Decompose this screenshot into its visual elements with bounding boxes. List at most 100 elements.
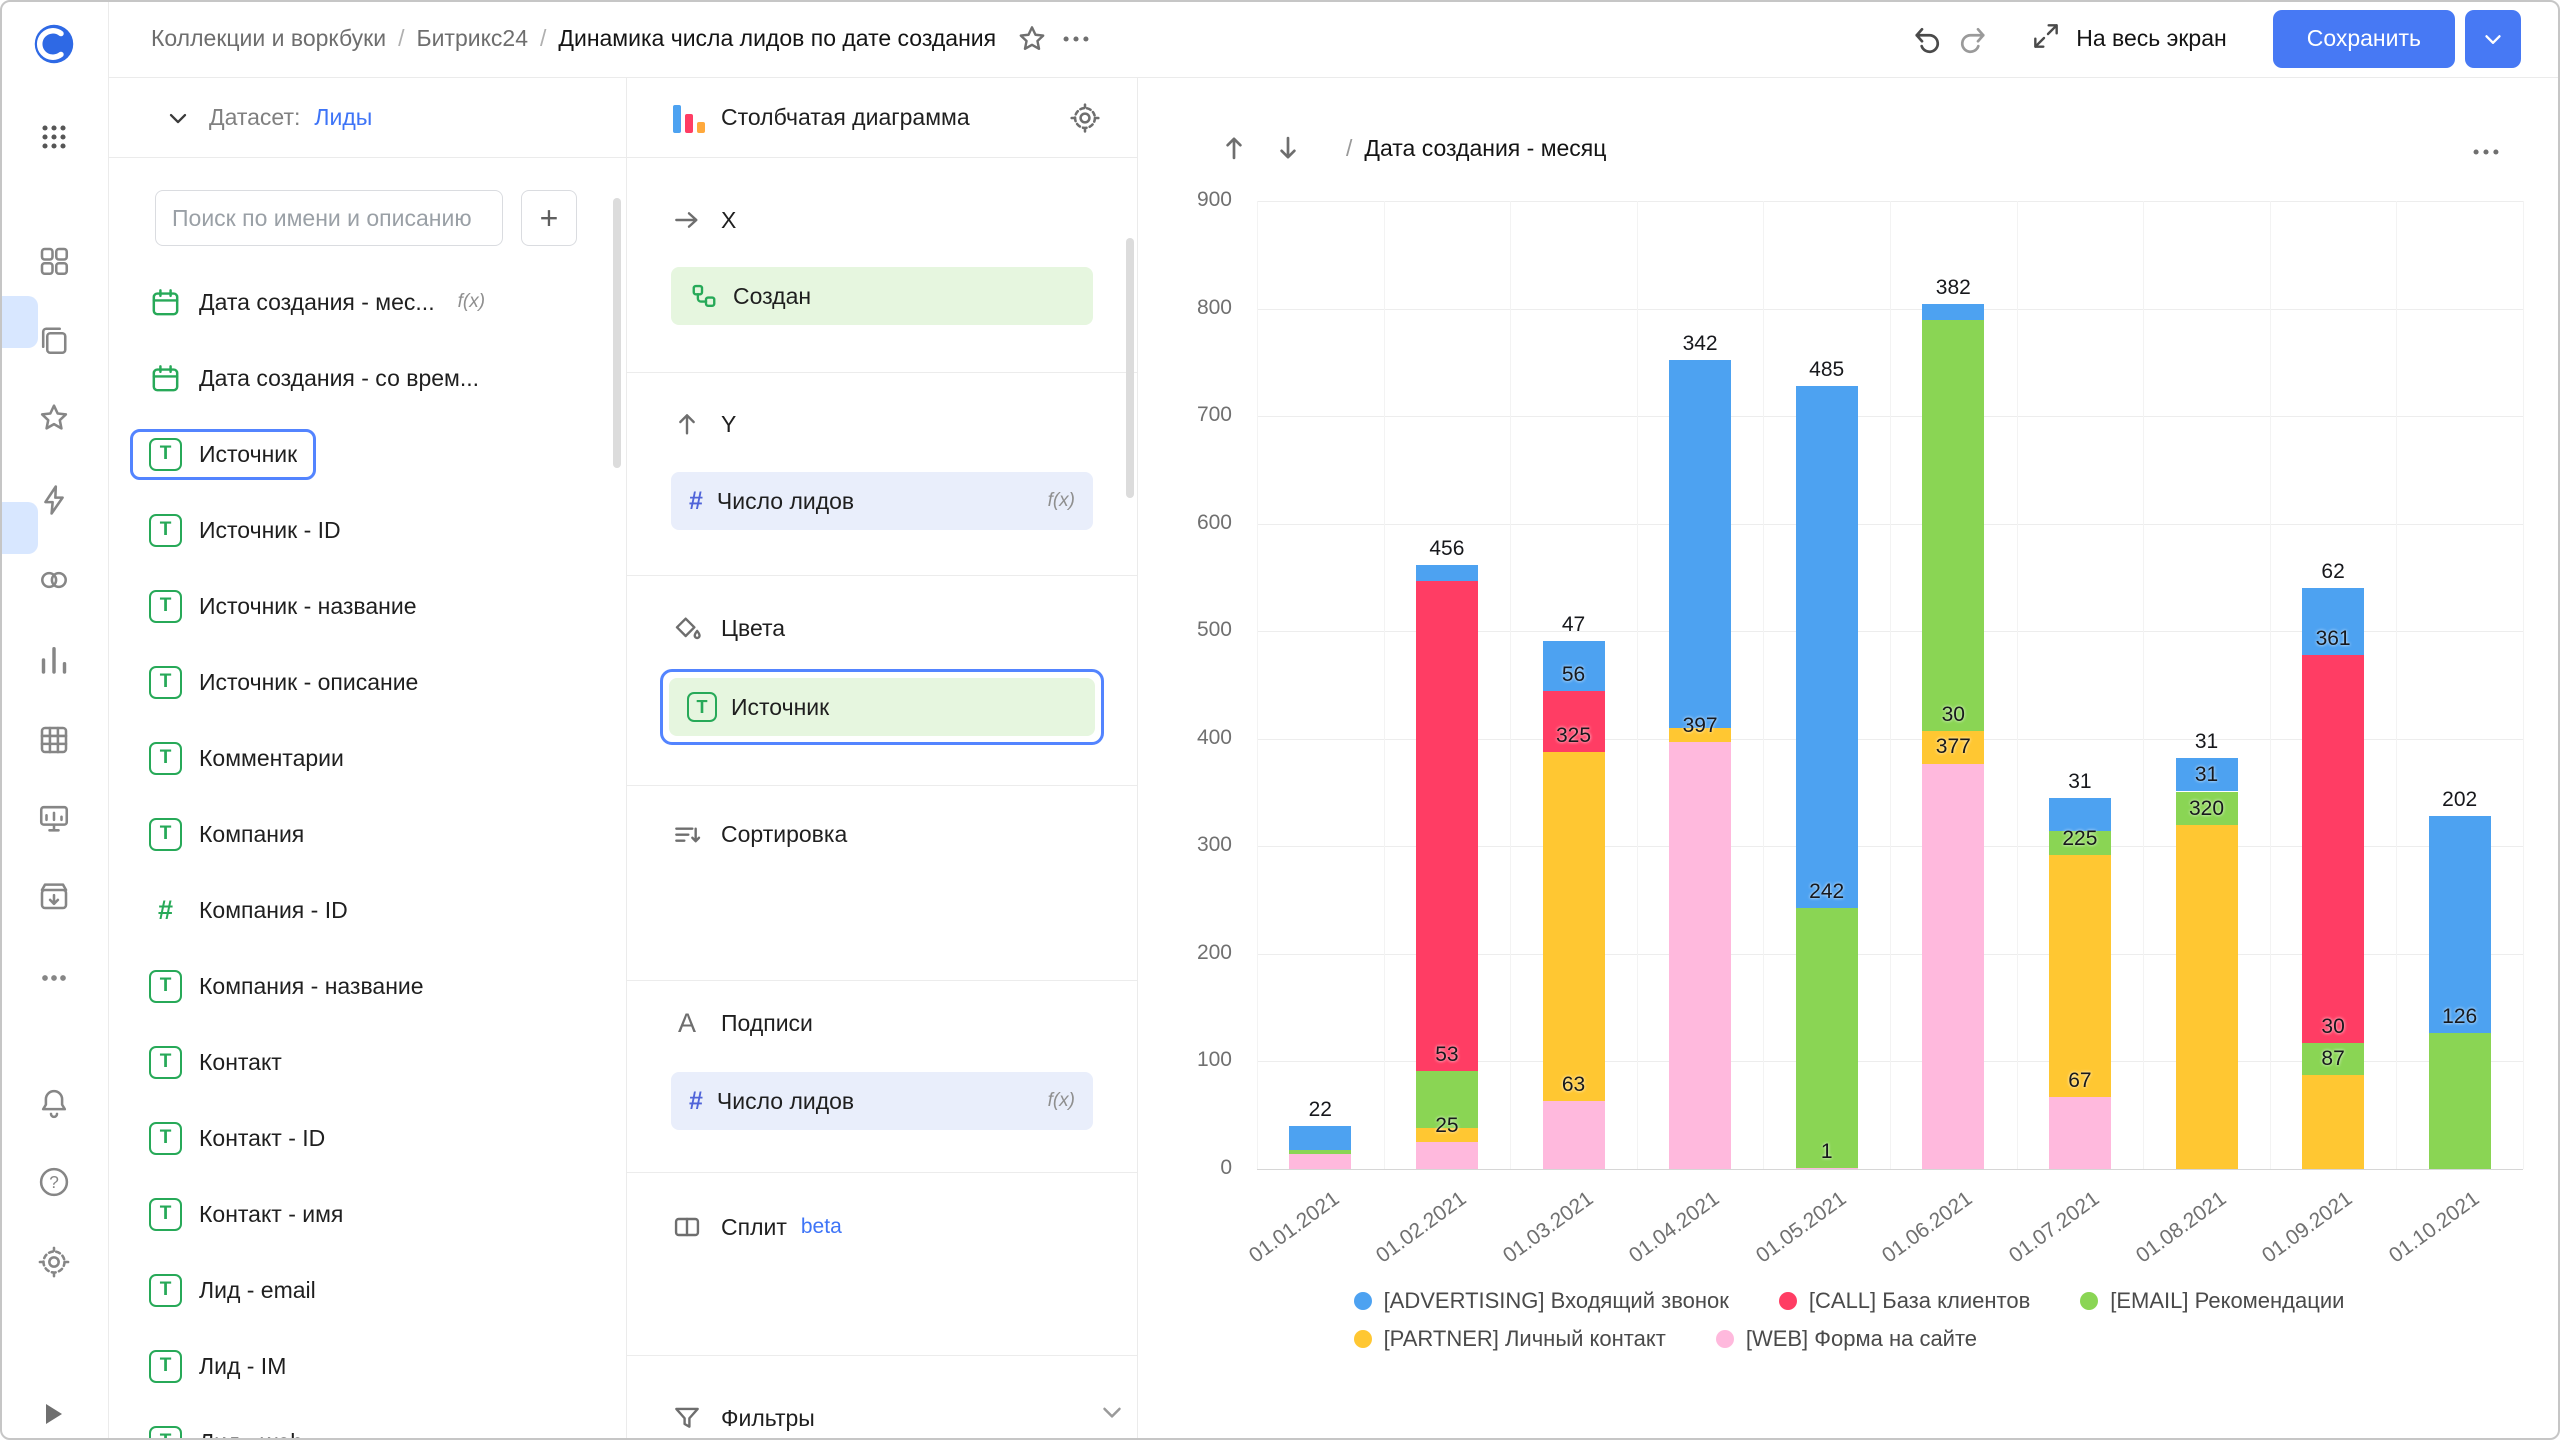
labels-field-label: Число лидов xyxy=(717,1088,854,1115)
labels-field-pill[interactable]: # Число лидов f(x) xyxy=(671,1072,1093,1130)
dataset-field-row[interactable]: TКонтакт xyxy=(130,1024,612,1100)
y-axis-tick-label: 900 xyxy=(1138,188,1232,212)
sort-descending-icon[interactable] xyxy=(1266,126,1310,170)
dataset-field-row[interactable]: TКонтакт - ID xyxy=(130,1100,612,1176)
bar-segment[interactable] xyxy=(1796,386,1858,908)
section-labels-label: Подписи xyxy=(721,1010,813,1037)
field-label: Контакт - имя xyxy=(199,1201,343,1228)
dataset-field-row[interactable]: TИсточник - ID xyxy=(130,492,612,568)
bar-value-label: 397 xyxy=(1683,715,1718,737)
expand-rail-icon[interactable] xyxy=(46,1404,62,1424)
y-field-pill[interactable]: # Число лидов f(x) xyxy=(671,472,1093,530)
dataset-field-row[interactable]: TИсточник - описание xyxy=(130,644,612,720)
bar-segment[interactable] xyxy=(1796,908,1858,1168)
dataset-field-row[interactable]: TЛид - web xyxy=(130,1404,612,1440)
dashboards-icon[interactable] xyxy=(32,239,76,283)
dataset-field-row[interactable]: #Компания - ID xyxy=(130,872,612,948)
dataset-field-row[interactable]: TИсточник xyxy=(130,416,612,492)
chart-settings-gear-icon[interactable] xyxy=(1063,96,1107,140)
dataset-field-row[interactable]: TКомпания xyxy=(130,796,612,872)
y-axis-tick-label: 600 xyxy=(1138,511,1232,535)
dataset-field-row[interactable]: TКомпания - название xyxy=(130,948,612,1024)
dataset-field-row[interactable]: TКомментарии xyxy=(130,720,612,796)
breadcrumb-collections[interactable]: Коллекции и воркбуки xyxy=(151,25,386,52)
bar-value-label: 320 xyxy=(2189,798,2224,820)
chart-type-selector[interactable]: Столбчатая диаграмма xyxy=(627,78,1137,158)
apps-grid-icon[interactable] xyxy=(32,115,76,159)
sort-ascending-icon[interactable] xyxy=(1212,126,1256,170)
dataset-field-row[interactable]: TИсточник - название xyxy=(130,568,612,644)
bar-segment[interactable] xyxy=(1922,764,1984,1169)
undo-icon[interactable] xyxy=(1906,17,1950,61)
x-field-pill[interactable]: Создан xyxy=(671,267,1093,325)
save-button[interactable]: Сохранить xyxy=(2273,10,2455,68)
chart-more-icon[interactable] xyxy=(2464,130,2508,174)
bar-segment[interactable] xyxy=(2302,1075,2364,1169)
bar-segment[interactable] xyxy=(2429,1033,2491,1169)
bar-segment[interactable] xyxy=(2049,855,2111,1097)
favorite-star-icon[interactable] xyxy=(1010,17,1054,61)
datalens-logo-icon[interactable] xyxy=(32,22,76,66)
bar-value-label: 31 xyxy=(2195,731,2218,753)
bar-segment[interactable] xyxy=(1289,1150,1351,1154)
monitor-icon[interactable] xyxy=(32,796,76,840)
bar-segment[interactable] xyxy=(1289,1126,1351,1150)
help-icon[interactable]: ? xyxy=(32,1160,76,1204)
dataset-field-row[interactable]: TКонтакт - имя xyxy=(130,1176,612,1252)
legend-item[interactable]: [CALL] База клиентов xyxy=(1779,1288,2030,1314)
bar-segment[interactable] xyxy=(1669,742,1731,1169)
add-field-button[interactable]: + xyxy=(521,190,577,246)
fields-scrollbar-thumb[interactable] xyxy=(613,198,621,468)
field-label: Контакт - ID xyxy=(199,1125,325,1152)
legend-item[interactable]: [PARTNER] Личный контакт xyxy=(1354,1326,1666,1352)
settings-gear-icon[interactable] xyxy=(32,1240,76,1284)
collapse-chevron-icon[interactable] xyxy=(161,96,195,140)
bar-segment[interactable] xyxy=(1416,581,1478,1071)
gridline xyxy=(1890,201,1891,1169)
charts-icon[interactable] xyxy=(32,638,76,682)
dataset-field-row[interactable]: TЛид - IM xyxy=(130,1328,612,1404)
scroll-down-icon[interactable] xyxy=(1097,1397,1127,1432)
bar-segment[interactable] xyxy=(1922,320,1984,731)
bar-segment[interactable] xyxy=(2176,825,2238,1169)
dataset-field-row[interactable]: Дата создания - со врем... xyxy=(130,340,612,416)
connections-lightning-icon[interactable] xyxy=(32,478,76,522)
storage-box-icon[interactable] xyxy=(32,874,76,918)
more-icon[interactable] xyxy=(32,956,76,1000)
field-label: Лид - email xyxy=(199,1277,316,1304)
bar-segment[interactable] xyxy=(2049,1097,2111,1169)
page-more-icon[interactable] xyxy=(1054,17,1098,61)
redo-icon[interactable] xyxy=(1950,17,1994,61)
links-icon[interactable] xyxy=(32,558,76,602)
bar-segment[interactable] xyxy=(2302,655,2364,1043)
legend-item[interactable]: [EMAIL] Рекомендации xyxy=(2080,1288,2344,1314)
legend-color-dot xyxy=(1354,1330,1372,1348)
bar-segment[interactable] xyxy=(1416,1142,1478,1169)
fullscreen-button[interactable]: На весь экран xyxy=(2030,20,2227,58)
config-scrollbar-thumb[interactable] xyxy=(1126,238,1134,498)
bar-segment[interactable] xyxy=(1922,304,1984,320)
notifications-bell-icon[interactable] xyxy=(32,1082,76,1126)
bar-segment[interactable] xyxy=(1669,360,1731,728)
tables-icon[interactable] xyxy=(32,718,76,762)
breadcrumb-workbook[interactable]: Битрикс24 xyxy=(416,25,528,52)
legend-item[interactable]: [WEB] Форма на сайте xyxy=(1716,1326,1977,1352)
chart-x-field-label[interactable]: Дата создания - месяц xyxy=(1364,135,1606,162)
dataset-field-row[interactable]: TЛид - email xyxy=(130,1252,612,1328)
paint-icon xyxy=(671,612,703,644)
bar-segment[interactable] xyxy=(2429,816,2491,1033)
favorites-star-icon[interactable] xyxy=(32,396,76,440)
bar-segment[interactable] xyxy=(1543,752,1605,1102)
colors-field-pill[interactable]: T Источник xyxy=(669,678,1095,736)
legend-item[interactable]: [ADVERTISING] Входящий звонок xyxy=(1354,1288,1729,1314)
field-search-input[interactable] xyxy=(155,190,503,246)
save-dropdown-button[interactable] xyxy=(2465,10,2521,68)
bar-value-label: 342 xyxy=(1683,333,1718,355)
dataset-name-link[interactable]: Лиды xyxy=(314,104,372,131)
text-field-icon: T xyxy=(149,742,182,775)
bar-segment[interactable] xyxy=(1416,565,1478,581)
workbooks-icon[interactable] xyxy=(32,318,76,362)
bar-segment[interactable] xyxy=(1289,1154,1351,1169)
bar-segment[interactable] xyxy=(1543,1101,1605,1169)
dataset-field-row[interactable]: Дата создания - мес...f(x) xyxy=(130,264,612,340)
